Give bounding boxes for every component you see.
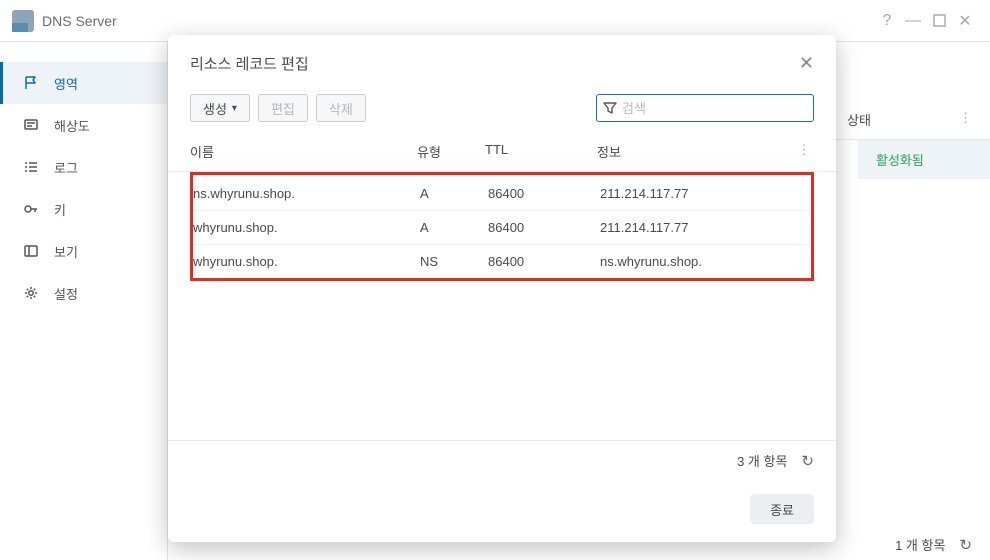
col-ttl[interactable]: TTL bbox=[485, 132, 597, 171]
sidebar-item-label: 로그 bbox=[54, 158, 78, 177]
sidebar-item-label: 키 bbox=[54, 200, 66, 219]
sidebar-item-resolution[interactable]: 해상도 bbox=[0, 104, 167, 146]
col-name[interactable]: 이름 bbox=[190, 132, 417, 171]
bg-status-value: 활성화됨 bbox=[858, 140, 990, 179]
highlight-box: ns.whyrunu.shop. A 86400 211.214.117.77 … bbox=[190, 172, 814, 281]
app-icon bbox=[12, 10, 34, 32]
help-icon[interactable]: ? bbox=[874, 8, 900, 34]
modal-title: 리소스 레코드 편집 bbox=[190, 53, 309, 74]
table-more-icon[interactable]: ⋮ bbox=[794, 132, 814, 171]
gear-icon bbox=[22, 284, 40, 302]
modal-close-icon[interactable]: ✕ bbox=[799, 53, 814, 74]
edit-button[interactable]: 편집 bbox=[258, 94, 308, 122]
search-input[interactable] bbox=[622, 101, 807, 116]
sidebar-item-zone[interactable]: 영역 bbox=[0, 62, 167, 104]
minimize-icon[interactable]: — bbox=[900, 8, 926, 34]
sidebar-item-label: 보기 bbox=[54, 242, 78, 261]
search-wrap bbox=[596, 94, 814, 122]
close-icon[interactable]: ✕ bbox=[952, 8, 978, 34]
maximize-icon[interactable] bbox=[926, 8, 952, 34]
bg-status-header: 상태 bbox=[833, 100, 941, 139]
list-icon bbox=[22, 158, 40, 176]
filter-icon[interactable] bbox=[603, 101, 617, 115]
app-title: DNS Server bbox=[42, 13, 117, 29]
page-footer: 1 개 항목 ↻ bbox=[895, 535, 972, 554]
sidebar-item-label: 설정 bbox=[54, 284, 78, 303]
sidebar-item-label: 해상도 bbox=[54, 116, 90, 135]
col-info[interactable]: 정보 bbox=[597, 132, 794, 171]
table-row[interactable]: whyrunu.shop. NS 86400 ns.whyrunu.shop. bbox=[193, 245, 811, 278]
delete-button[interactable]: 삭제 bbox=[316, 94, 366, 122]
item-count: 3 개 항목 bbox=[737, 451, 787, 470]
close-button[interactable]: 종료 bbox=[750, 494, 814, 524]
resolution-icon bbox=[22, 116, 40, 134]
key-icon bbox=[22, 200, 40, 218]
sidebar-item-log[interactable]: 로그 bbox=[0, 146, 167, 188]
view-icon bbox=[22, 242, 40, 260]
col-type[interactable]: 유형 bbox=[417, 132, 485, 171]
chevron-down-icon: ▾ bbox=[232, 103, 237, 114]
edit-modal: 리소스 레코드 편집 ✕ 생성▾ 편집 삭제 이름 유형 TTL 정보 ⋮ ns… bbox=[168, 35, 836, 542]
table-row[interactable]: whyrunu.shop. A 86400 211.214.117.77 bbox=[193, 211, 811, 245]
more-icon[interactable]: ⋮ bbox=[941, 100, 990, 139]
sidebar: 영역 해상도 로그 키 보기 bbox=[0, 42, 168, 560]
sidebar-item-label: 영역 bbox=[54, 74, 78, 93]
sidebar-item-view[interactable]: 보기 bbox=[0, 230, 167, 272]
sidebar-item-key[interactable]: 키 bbox=[0, 188, 167, 230]
sidebar-item-settings[interactable]: 설정 bbox=[0, 272, 167, 314]
reload-icon[interactable]: ↻ bbox=[959, 536, 972, 554]
page-count: 1 개 항목 bbox=[895, 535, 945, 554]
reload-icon[interactable]: ↻ bbox=[801, 452, 814, 470]
table-row[interactable]: ns.whyrunu.shop. A 86400 211.214.117.77 bbox=[193, 177, 811, 211]
flag-icon bbox=[22, 74, 40, 92]
create-button[interactable]: 생성▾ bbox=[190, 94, 250, 122]
table-head: 이름 유형 TTL 정보 ⋮ bbox=[168, 132, 836, 172]
